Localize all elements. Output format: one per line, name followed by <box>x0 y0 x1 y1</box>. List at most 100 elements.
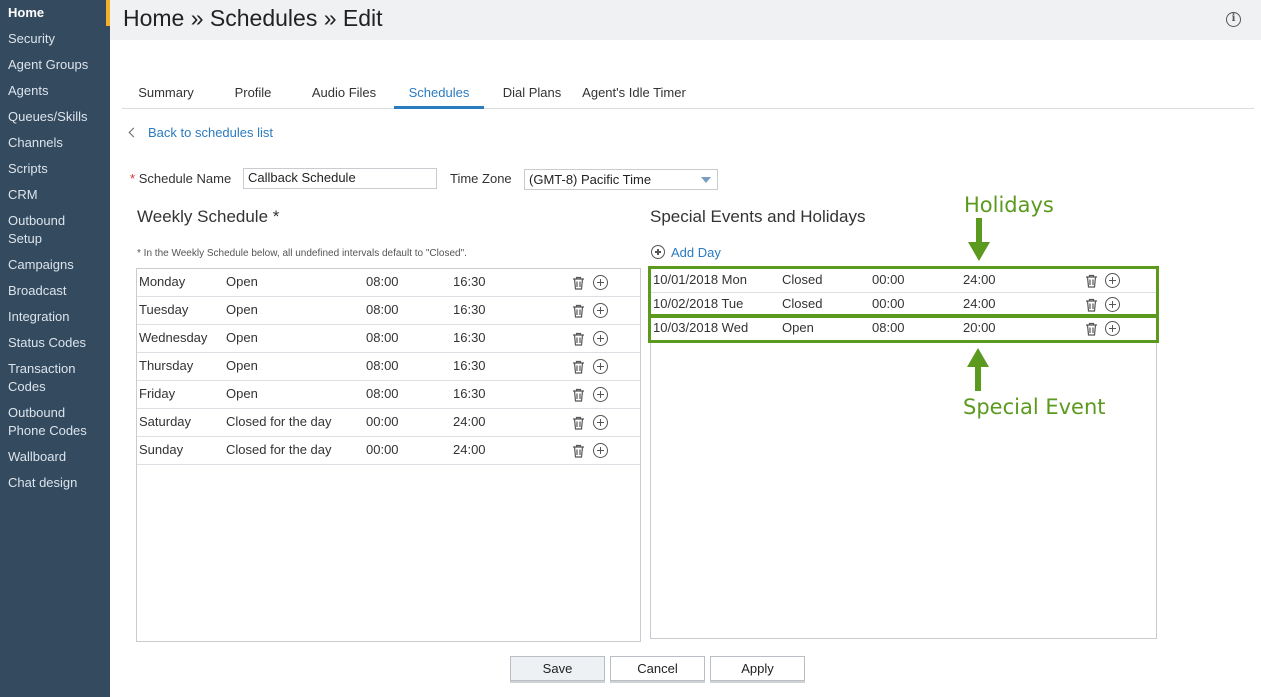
table-row[interactable]: Friday Open 08:00 16:30 <box>137 381 640 409</box>
table-row[interactable]: Tuesday Open 08:00 16:30 <box>137 297 640 325</box>
sidebar: Home Security Agent Groups Agents Queues/Ski… <box>0 0 110 697</box>
sidebar-item-label: Channels <box>8 135 63 150</box>
status-cell: Closed for the day <box>226 442 332 457</box>
tab-dial-plans[interactable]: Dial Plans <box>496 85 568 108</box>
plus-circle-icon <box>651 245 665 259</box>
sidebar-item[interactable]: Status Codes <box>0 334 110 352</box>
end-time-cell: 16:30 <box>453 386 486 401</box>
sidebar-item[interactable]: Queues/Skills <box>0 108 110 126</box>
plus-circle-icon[interactable] <box>593 415 608 430</box>
table-row[interactable]: Monday Open 08:00 16:30 <box>137 269 640 297</box>
sidebar-item[interactable]: Scripts <box>0 160 110 178</box>
cancel-button[interactable]: Cancel <box>610 656 705 681</box>
sidebar-item-label: Broadcast <box>8 283 67 298</box>
trash-icon[interactable] <box>572 332 585 346</box>
sidebar-item-label: Integration <box>8 309 70 324</box>
sidebar-item[interactable]: Agent Groups <box>0 56 110 74</box>
tab-summary[interactable]: Summary <box>126 85 206 108</box>
add-day-button[interactable]: Add Day <box>651 245 721 260</box>
plus-circle-icon[interactable] <box>593 303 608 318</box>
apply-button[interactable]: Apply <box>710 656 805 681</box>
plus-circle-icon[interactable] <box>593 443 608 458</box>
sidebar-item-label: Status Codes <box>8 335 87 350</box>
tab-bar: Summary Profile Audio Files Schedules Di… <box>122 84 1254 109</box>
day-cell: Tuesday <box>139 302 189 317</box>
arrow-down-icon <box>968 218 990 261</box>
back-to-schedules-link[interactable]: Back to schedules list <box>128 125 273 140</box>
sidebar-item[interactable]: CRM <box>0 186 110 204</box>
end-time-cell: 16:30 <box>453 330 486 345</box>
table-row[interactable]: Sunday Closed for the day 00:00 24:00 <box>137 437 640 465</box>
plus-circle-icon[interactable] <box>593 275 608 290</box>
sidebar-item[interactable]: Outbound Phone Codes <box>0 404 110 440</box>
info-icon[interactable]: i <box>1226 12 1241 27</box>
trash-icon[interactable] <box>572 388 585 402</box>
end-time-cell: 16:30 <box>453 358 486 373</box>
start-time-cell: 08:00 <box>366 302 399 317</box>
status-cell: Open <box>226 358 258 373</box>
start-time-cell: 08:00 <box>366 274 399 289</box>
end-time-cell: 16:30 <box>453 274 486 289</box>
time-zone-value: (GMT-8) Pacific Time <box>529 172 652 187</box>
end-time-cell: 24:00 <box>453 442 486 457</box>
sidebar-item[interactable]: Outbound Setup <box>0 212 110 248</box>
status-cell: Open <box>226 386 258 401</box>
status-cell: Open <box>226 302 258 317</box>
trash-icon[interactable] <box>572 444 585 458</box>
sidebar-item-label: Chat design <box>8 475 78 490</box>
day-cell: Sunday <box>139 442 184 457</box>
table-row[interactable]: Thursday Open 08:00 16:30 <box>137 353 640 381</box>
sidebar-nav: Home Security Agent Groups Agents Queues/Ski… <box>0 4 110 500</box>
schedule-name-input[interactable]: Callback Schedule <box>243 168 437 189</box>
sidebar-item[interactable]: Agents <box>0 82 110 100</box>
trash-icon[interactable] <box>572 416 585 430</box>
page-header: Home » Schedules » Edit i <box>110 0 1261 40</box>
sidebar-item-label: Home <box>8 5 45 20</box>
plus-circle-icon[interactable] <box>593 359 608 374</box>
sidebar-item[interactable]: Broadcast <box>0 282 110 300</box>
table-row[interactable]: Saturday Closed for the day 00:00 24:00 <box>137 409 640 437</box>
sidebar-item[interactable]: Home <box>0 4 110 22</box>
sidebar-item-label: Queues/Skills <box>8 109 88 124</box>
start-time-cell: 08:00 <box>366 358 399 373</box>
trash-icon[interactable] <box>572 276 585 290</box>
trash-icon[interactable] <box>572 304 585 318</box>
tab-audio-files[interactable]: Audio Files <box>302 85 386 108</box>
sidebar-item[interactable]: Campaigns <box>0 256 110 274</box>
sidebar-item[interactable]: Transaction Codes <box>0 360 110 396</box>
weekly-schedule-table: Monday Open 08:00 16:30 Tuesday Open 08:00 16:3… <box>136 268 641 642</box>
special-events-title: Special Events and Holidays <box>650 207 866 226</box>
time-zone-select[interactable]: (GMT-8) Pacific Time <box>524 169 718 190</box>
add-day-label: Add Day <box>671 245 721 260</box>
weekly-schedule-note: * In the Weekly Schedule below, all unde… <box>137 248 467 259</box>
chevron-left-icon <box>128 127 139 138</box>
sidebar-item-label-line2: Codes <box>8 379 46 394</box>
day-cell: Thursday <box>139 358 194 373</box>
trash-icon[interactable] <box>572 360 585 374</box>
special-event-annotation: Special Event <box>963 395 1106 419</box>
sidebar-item[interactable]: Chat design <box>0 474 110 492</box>
tab-schedules[interactable]: Schedules <box>394 85 484 109</box>
sidebar-item[interactable]: Integration <box>0 308 110 326</box>
sidebar-item-label: Scripts <box>8 161 48 176</box>
table-row[interactable]: Wednesday Open 08:00 16:30 <box>137 325 640 353</box>
sidebar-item-label: CRM <box>8 187 38 202</box>
start-time-cell: 00:00 <box>366 442 399 457</box>
sidebar-item-label: Agents <box>8 83 49 98</box>
day-cell: Wednesday <box>139 330 208 345</box>
sidebar-item[interactable]: Channels <box>0 134 110 152</box>
day-cell: Friday <box>139 386 176 401</box>
required-marker: * <box>130 171 136 186</box>
sidebar-item-label-line2: Setup <box>8 231 42 246</box>
save-button[interactable]: Save <box>510 656 605 681</box>
sidebar-item[interactable]: Security <box>0 30 110 48</box>
end-time-cell: 16:30 <box>453 302 486 317</box>
tab-agents-idle-timer[interactable]: Agent's Idle Timer <box>578 85 690 108</box>
sidebar-item-label: Security <box>8 31 55 46</box>
plus-circle-icon[interactable] <box>593 387 608 402</box>
plus-circle-icon[interactable] <box>593 331 608 346</box>
status-cell: Open <box>226 330 258 345</box>
sidebar-item[interactable]: Wallboard <box>0 448 110 466</box>
holidays-highlight-box <box>648 266 1159 318</box>
tab-profile[interactable]: Profile <box>220 85 286 108</box>
